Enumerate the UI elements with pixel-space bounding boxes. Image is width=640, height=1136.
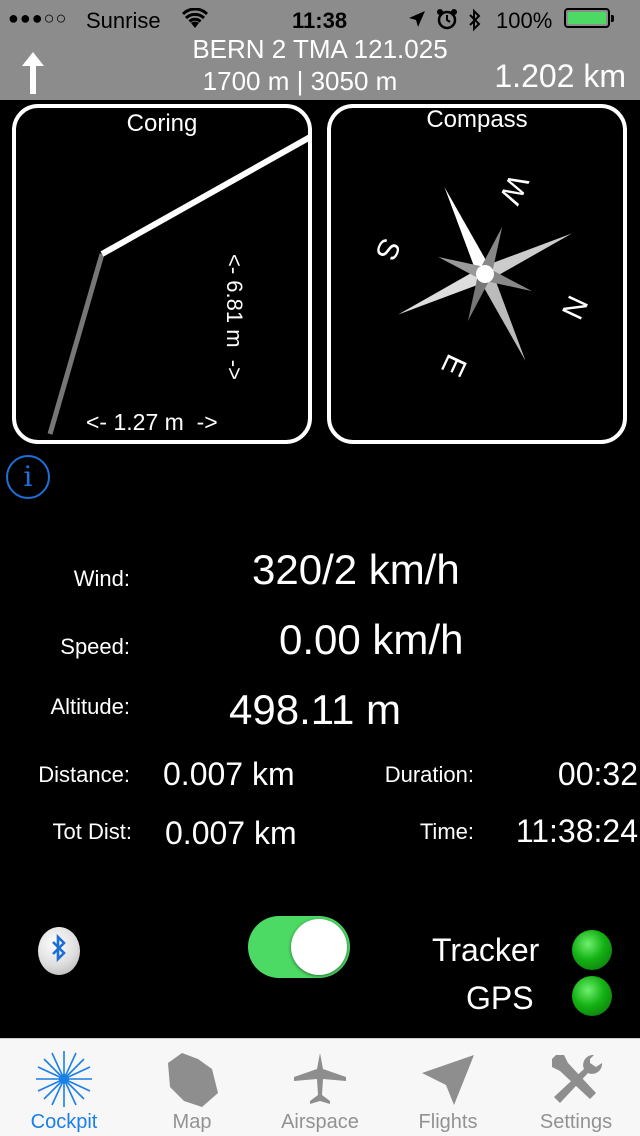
alarm-icon	[436, 8, 458, 36]
totdist-label: Tot Dist:	[52, 819, 132, 844]
gps-label: GPS	[466, 980, 534, 1016]
tab-airspace[interactable]: Airspace	[256, 1039, 384, 1136]
coring-x-scale: <- 1.27 m ->	[86, 409, 218, 435]
tab-label: Map	[172, 1111, 212, 1133]
time-label: Time:	[419, 819, 474, 844]
tracker-led-icon	[572, 930, 612, 970]
coring-y-scale: <- 6.81 m ->	[222, 254, 247, 380]
bluetooth-button[interactable]	[38, 927, 80, 975]
compass-panel: Compass W N E S	[327, 104, 627, 444]
totdist-value: 0.007 km	[165, 815, 297, 851]
toggle-knob[interactable]	[291, 919, 347, 975]
tab-cockpit[interactable]: Cockpit	[0, 1039, 128, 1136]
tab-label: Settings	[539, 1111, 613, 1133]
distance-value: 0.007 km	[163, 756, 295, 792]
altitude-label: Altitude:	[50, 694, 131, 719]
duration-label: Duration:	[384, 762, 474, 787]
carrier-name: Sunrise	[86, 8, 161, 33]
time-value: 11:38:24	[515, 813, 638, 849]
battery-percent: 100%	[496, 8, 553, 33]
tab-map[interactable]: Map	[128, 1039, 256, 1136]
tracking-toggle[interactable]	[248, 916, 350, 978]
coring-panel: Coring <- 6.81 m -> <- 1.27 m ->	[12, 104, 312, 444]
duration-value: 00:32	[557, 756, 638, 792]
speed-label: Speed:	[60, 634, 130, 659]
tab-bar: Cockpit Map Airspace Flights Settings	[0, 1038, 640, 1136]
map-icon	[168, 1053, 218, 1107]
bluetooth-icon	[38, 933, 80, 970]
location-icon	[408, 8, 426, 34]
tab-label: Cockpit	[30, 1111, 98, 1133]
wind-label: Wind:	[73, 566, 130, 591]
distance-label: Distance:	[38, 762, 130, 787]
info-icon[interactable]: i	[6, 455, 50, 499]
compass-rose	[397, 186, 573, 362]
tab-label: Flights	[418, 1111, 478, 1133]
airspace-distance: 1.202 km	[494, 58, 626, 94]
signal-strength: ●●●○○	[8, 8, 68, 28]
paper-plane-icon	[422, 1055, 474, 1105]
speed-value: 0.00 km/h	[279, 616, 464, 663]
tab-flights[interactable]: Flights	[384, 1039, 512, 1136]
status-time: 11:38	[292, 8, 348, 33]
airplane-icon	[294, 1053, 346, 1104]
coring-title: Coring	[126, 110, 198, 137]
altitude-value: 498.11 m	[229, 686, 401, 733]
wifi-icon	[181, 7, 209, 36]
tab-settings[interactable]: Settings	[512, 1039, 640, 1136]
wind-value: 320/2 km/h	[252, 546, 460, 593]
tracker-label: Tracker	[432, 932, 540, 968]
tab-label: Airspace	[281, 1111, 359, 1133]
coring-track	[47, 134, 308, 435]
tools-icon	[552, 1054, 603, 1103]
battery-icon	[564, 8, 614, 28]
gps-led-icon	[572, 976, 612, 1016]
starburst-icon	[36, 1051, 92, 1107]
